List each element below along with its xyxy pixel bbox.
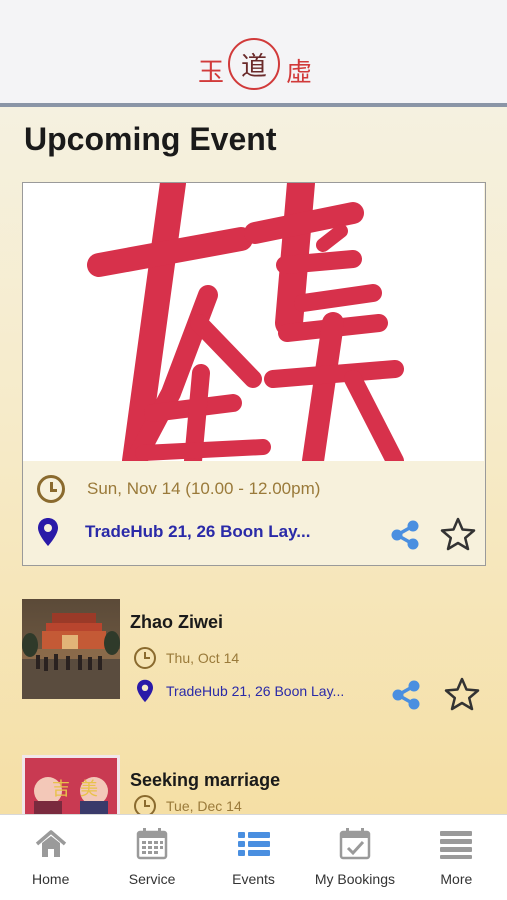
clock-icon [134, 795, 156, 814]
event-date-row: Thu, Oct 14 [134, 647, 239, 669]
event-title[interactable]: Zhao Ziwei [130, 612, 223, 633]
location-pin-icon [38, 518, 58, 546]
tab-my-bookings-label: My Bookings [314, 871, 395, 887]
event-thumbnail[interactable] [22, 599, 120, 699]
list-icon [237, 832, 270, 856]
tab-service-label: Service [128, 871, 176, 887]
tab-service[interactable]: Service [101, 815, 202, 900]
tab-more[interactable]: More [406, 815, 507, 900]
home-icon [35, 830, 66, 857]
location-pin-icon [137, 679, 153, 703]
menu-icon [440, 831, 473, 859]
bottom-tab-bar: Home Service Events My Bookings More [0, 814, 507, 900]
featured-date: Sun, Nov 14 (10.00 - 12.00pm) [87, 479, 321, 498]
event-location[interactable]: TradeHub 21, 26 Boon Lay... [166, 683, 344, 699]
event-date: Thu, Oct 14 [166, 650, 240, 666]
clock-icon [37, 475, 65, 503]
event-list-item[interactable]: Zhao Ziwei Thu, Oct 14 TradeHub 21, 26 B… [22, 599, 488, 711]
tab-my-bookings[interactable]: My Bookings [304, 815, 405, 900]
featured-date-row: Sun, Nov 14 (10.00 - 12.00pm) [37, 475, 320, 503]
clock-icon [134, 647, 156, 669]
share-icon[interactable] [390, 679, 422, 711]
page-title: Upcoming Event [24, 121, 277, 157]
event-title[interactable]: Seeking marriage [130, 770, 280, 791]
event-date-row: Tue, Dec 14 [134, 795, 242, 814]
featured-location[interactable]: TradeHub 21, 26 Boon Lay... [85, 522, 310, 542]
calendar-check-icon [339, 828, 371, 860]
tab-home[interactable]: Home [0, 815, 101, 900]
favorite-star-icon[interactable] [440, 517, 476, 551]
featured-event-card[interactable]: Sun, Nov 14 (10.00 - 12.00pm) TradeHub 2… [22, 182, 486, 566]
event-thumbnail[interactable]: 吉 美 [22, 755, 120, 814]
logo-seal: 道 [228, 38, 280, 90]
calendar-icon [136, 828, 168, 860]
svg-text:美: 美 [80, 779, 98, 800]
app-header: 玉 道 虛 [0, 0, 507, 104]
events-content[interactable]: Upcoming Event Sun, Nov 14 (10.00 - 12.0… [0, 107, 507, 814]
tab-events-label: Events [232, 871, 275, 887]
favorite-star-icon[interactable] [444, 677, 480, 711]
event-list-item[interactable]: 吉 美 Seeking marriage Tue, Dec 14 [22, 755, 488, 814]
tab-events[interactable]: Events [203, 815, 304, 900]
app-logo: 玉 道 虛 [198, 38, 312, 94]
share-icon[interactable] [389, 519, 421, 551]
tab-more-label: More [440, 871, 473, 887]
logo-char-right: 虛 [286, 58, 313, 88]
svg-text:吉: 吉 [52, 779, 70, 800]
tab-home-label: Home [32, 871, 70, 887]
event-date: Tue, Dec 14 [166, 798, 242, 814]
featured-event-image[interactable] [23, 183, 484, 461]
event-location-row[interactable]: TradeHub 21, 26 Boon Lay... [136, 679, 344, 703]
logo-char-left: 玉 [198, 58, 225, 88]
featured-location-row[interactable]: TradeHub 21, 26 Boon Lay... [37, 517, 310, 547]
